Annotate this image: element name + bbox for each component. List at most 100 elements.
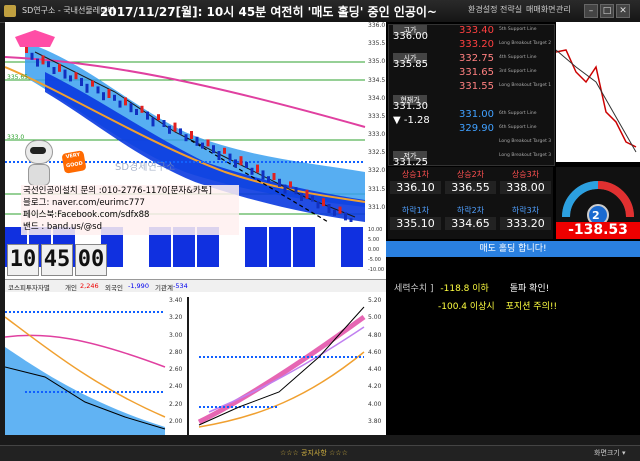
- y-tick-label: 4.00: [368, 400, 382, 408]
- candle: [223, 147, 226, 154]
- signal-l2b: 포지션 주의!!: [505, 302, 558, 312]
- gauge-icon: 2: [562, 181, 634, 226]
- gauge-panel: 2 -138.53: [556, 167, 640, 239]
- info-line: 블로그: naver.com/eurimc777: [23, 198, 145, 208]
- candle: [283, 184, 287, 194]
- candle: [267, 176, 270, 183]
- info-line: 국선인공이설치 문의 :010-2776-1170[문자&카톡]: [23, 186, 212, 196]
- candle: [344, 212, 347, 221]
- y-tick-label: -10.00: [368, 267, 385, 273]
- gauge-value: -138.53: [556, 222, 640, 239]
- foreign-label: 외국인: [105, 284, 123, 292]
- candle: [102, 92, 105, 101]
- candle: [151, 117, 155, 127]
- lower-left-svg: [4, 311, 166, 435]
- orderbook-price: 333.40: [459, 25, 494, 36]
- orderbook-tag: 4th Support Line: [499, 55, 537, 60]
- signal-l1b: -118.8 이하: [440, 284, 489, 294]
- y-tick-label: 3.20: [169, 314, 183, 322]
- orderbook-value: 331.25: [393, 157, 428, 168]
- indiv-value: 2,246: [80, 282, 99, 290]
- trade-button[interactable]: 매매화면: [526, 4, 555, 17]
- candle: [322, 198, 325, 207]
- candle: [294, 187, 298, 195]
- candle: [316, 201, 320, 209]
- candle: [113, 94, 116, 101]
- svg-text:2: 2: [592, 209, 600, 222]
- settings-button[interactable]: 환경설정: [468, 4, 497, 17]
- candle: [52, 67, 56, 74]
- candle: [118, 100, 122, 108]
- y-tick-label: 4.80: [368, 331, 382, 339]
- candle: [173, 122, 177, 132]
- sub-bar: [293, 227, 315, 267]
- signal-title: 매도 홀딩 합니다!: [386, 241, 640, 257]
- targets-panel: 상승1차 336.10 상승2차 336.55 상승3차 338.00 하락1차 335.1…: [388, 167, 553, 239]
- candle: [80, 78, 83, 86]
- manage-button[interactable]: 관리: [556, 4, 571, 17]
- candle: [311, 195, 314, 202]
- target-value: 334.65: [445, 217, 496, 230]
- orderbook-price: 331.00: [459, 109, 494, 120]
- lower-left-chart[interactable]: 3.40 3.20 3.00 2.80 2.60 2.40 2.20 2.00: [4, 297, 187, 435]
- y-tick-label: 2.80: [169, 348, 183, 356]
- target-label: 하락1차: [401, 206, 430, 215]
- target-value: 338.00: [500, 181, 551, 194]
- candle: [250, 167, 254, 175]
- signal-line1: 세력수치 ] -118.8 이하 돌파 확인!: [394, 281, 549, 294]
- candle: [206, 139, 210, 147]
- candle: [107, 89, 111, 98]
- close-button[interactable]: ✕: [616, 4, 630, 18]
- watermark: SD경제연구소: [115, 162, 176, 173]
- target-label: 하락2차: [456, 206, 485, 215]
- y-tick-label: 332.0: [368, 167, 386, 175]
- screen-size-select[interactable]: 화면크기 ▾: [594, 448, 626, 458]
- candle: [289, 181, 292, 188]
- y-tick-label: 336.0: [368, 22, 386, 29]
- notice-link[interactable]: ☆☆☆ 공지사항 ☆☆☆: [280, 448, 348, 458]
- candle: [190, 131, 193, 139]
- y-tick-label: 4.60: [368, 348, 382, 356]
- orderbook-tag: 5th Support Line: [499, 27, 537, 32]
- candle: [278, 178, 281, 187]
- candle: [74, 72, 78, 80]
- order-book: 고가 336.00 333.40 5th Support Line 333.20 Long…: [388, 24, 555, 168]
- target-label: 상승3차: [511, 170, 540, 179]
- candle: [129, 103, 133, 113]
- app-logo-icon: [4, 5, 16, 17]
- signal-line2: -100.4 이상시 포지션 주의!!: [438, 299, 557, 312]
- strategy-button[interactable]: 전략실: [500, 4, 522, 17]
- candle: [25, 47, 28, 53]
- y-tick-label: 333.0: [368, 131, 386, 139]
- candle: [140, 105, 144, 113]
- y-tick-label: 333.5: [368, 112, 386, 120]
- candle: [146, 111, 149, 120]
- maximize-button[interactable]: □: [600, 4, 614, 18]
- y-tick-label: 2.00: [169, 417, 183, 425]
- title-bar: SD연구소 - 국내선물레이더 2017/11/27[월]: 10시 45분 여…: [0, 0, 640, 23]
- candle: [91, 80, 94, 87]
- orderbook-value: 335.85: [393, 59, 428, 70]
- contact-info-box: 국선인공이설치 문의 :010-2776-1170[문자&카톡] 블로그: na…: [21, 185, 239, 235]
- signal-l1a: 세력수치 ]: [394, 284, 434, 294]
- y-tick-label: 332.5: [368, 149, 386, 157]
- target-label: 하락3차: [511, 206, 540, 215]
- candle: [338, 206, 342, 214]
- mini-tick-chart: [556, 22, 640, 162]
- right-panel: 고가 336.00 333.40 5th Support Line 333.20 Long…: [386, 22, 640, 435]
- lower-right-svg: [197, 306, 366, 428]
- candle: [135, 109, 138, 115]
- pink-cloud: [15, 30, 55, 47]
- lower-right-chart[interactable]: 5.20 5.00 4.80 4.60 4.40 4.20 4.00 3.80: [189, 297, 386, 435]
- main-price-chart[interactable]: 336.0 335.5 335.0 334.5 334.0 333.5 333.0 332.5…: [4, 22, 386, 297]
- minimize-button[interactable]: –: [584, 4, 598, 18]
- target-value: 336.55: [445, 181, 496, 194]
- orderbook-value: 336.00: [393, 31, 428, 42]
- y-tick-label: 3.00: [169, 331, 183, 339]
- candle: [245, 162, 248, 168]
- sub-bar: [269, 227, 291, 267]
- blue-band-area: [25, 42, 365, 207]
- lower-left-y-axis: 3.40 3.20 3.00 2.80 2.60 2.40 2.20 2.00: [168, 297, 187, 435]
- candle: [179, 128, 182, 135]
- inst-label: 기관계: [155, 284, 173, 292]
